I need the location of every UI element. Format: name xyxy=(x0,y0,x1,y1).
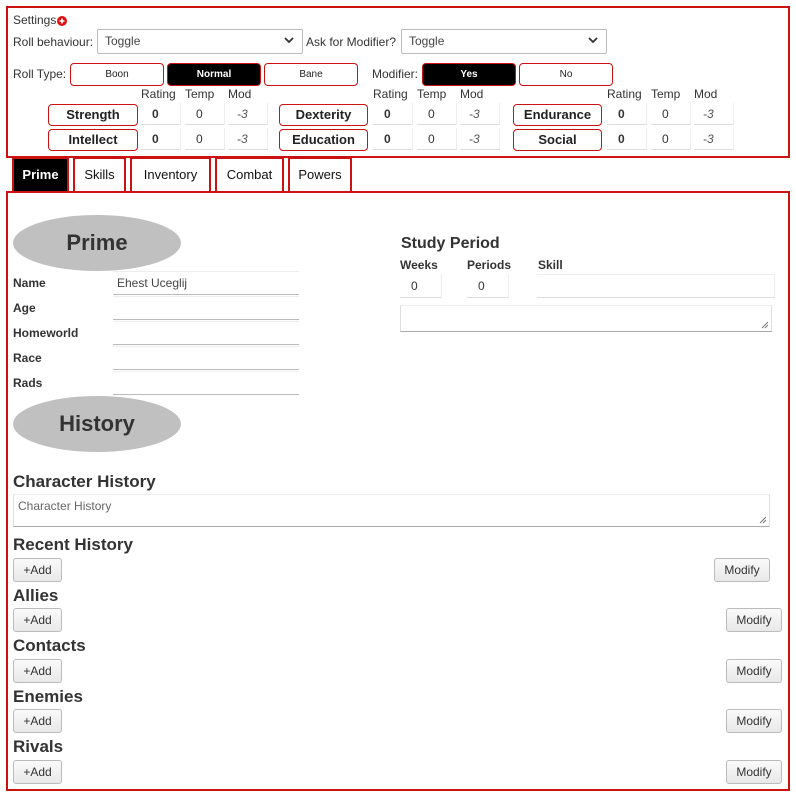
intellect-rating[interactable]: 0 xyxy=(141,128,181,150)
ask-modifier-value: Toggle xyxy=(409,34,445,48)
weeks-input[interactable]: 0 xyxy=(400,274,442,298)
attr-intellect-button[interactable]: Intellect xyxy=(48,129,138,151)
dexterity-temp[interactable]: 0 xyxy=(417,103,457,125)
education-temp[interactable]: 0 xyxy=(417,128,457,150)
rads-label: Rads xyxy=(13,376,43,390)
contacts-title: Contacts xyxy=(13,636,86,655)
intellect-temp[interactable]: 0 xyxy=(185,128,225,150)
allies-title: Allies xyxy=(13,586,59,605)
modifier-label: Modifier: xyxy=(372,67,419,81)
allies-add-button[interactable]: +Add xyxy=(13,608,62,632)
tab-prime[interactable]: Prime xyxy=(12,157,69,191)
roll-behaviour-select[interactable]: Toggle xyxy=(97,29,303,54)
race-label: Race xyxy=(13,351,42,365)
skill-input[interactable] xyxy=(537,274,775,298)
endurance-temp[interactable]: 0 xyxy=(651,103,691,125)
roll-type-boon-button[interactable]: Boon xyxy=(70,63,164,86)
attr-endurance-button[interactable]: Endurance xyxy=(513,104,602,126)
age-label: Age xyxy=(13,301,36,315)
education-rating[interactable]: 0 xyxy=(373,128,413,150)
mod-header: Mod xyxy=(694,87,718,101)
settings-title: Settings xyxy=(13,13,57,27)
dexterity-mod: -3 xyxy=(460,103,500,125)
attr-dexterity-button[interactable]: Dexterity xyxy=(279,104,368,126)
character-history-textarea[interactable]: Character History xyxy=(13,494,770,527)
roll-behaviour-value: Toggle xyxy=(105,34,141,48)
temp-header: Temp xyxy=(651,87,681,101)
contacts-add-button[interactable]: +Add xyxy=(13,659,62,683)
contacts-modify-button[interactable]: Modify xyxy=(726,659,782,683)
resize-grip-icon[interactable] xyxy=(759,516,767,524)
allies-modify-button[interactable]: Modify xyxy=(726,608,782,632)
periods-input[interactable]: 0 xyxy=(467,274,509,298)
periods-label: Periods xyxy=(467,258,512,272)
strength-temp[interactable]: 0 xyxy=(185,103,225,125)
study-notes-textarea[interactable] xyxy=(400,305,772,332)
dexterity-rating[interactable]: 0 xyxy=(373,103,413,125)
history-section-title: History xyxy=(13,396,181,452)
character-history-title: Character History xyxy=(13,472,156,491)
chevron-down-icon xyxy=(284,37,294,44)
ask-modifier-label: Ask for Modifier? xyxy=(306,35,397,49)
name-label: Name xyxy=(13,276,46,290)
endurance-mod: -3 xyxy=(694,103,734,125)
attr-social-button[interactable]: Social xyxy=(513,129,602,151)
temp-header: Temp xyxy=(185,87,215,101)
recent-history-modify-button[interactable]: Modify xyxy=(714,558,770,582)
name-field[interactable]: Ehest Uceglij xyxy=(113,271,299,295)
rating-header: Rating xyxy=(607,87,642,101)
rating-header: Rating xyxy=(373,87,408,101)
rivals-title: Rivals xyxy=(13,737,64,756)
race-field[interactable] xyxy=(113,346,299,370)
plus-circle-icon[interactable] xyxy=(57,15,67,26)
endurance-rating[interactable]: 0 xyxy=(607,103,647,125)
study-period-title: Study Period xyxy=(401,235,500,252)
mod-header: Mod xyxy=(228,87,252,101)
social-mod: -3 xyxy=(694,128,734,150)
modifier-no-button[interactable]: No xyxy=(519,63,613,86)
homeworld-label: Homeworld xyxy=(13,326,79,340)
chevron-down-icon xyxy=(588,37,598,44)
strength-mod: -3 xyxy=(228,103,268,125)
rads-field[interactable] xyxy=(113,371,299,395)
enemies-add-button[interactable]: +Add xyxy=(13,709,62,733)
roll-type-label: Roll Type: xyxy=(13,67,67,81)
social-temp[interactable]: 0 xyxy=(651,128,691,150)
attr-education-button[interactable]: Education xyxy=(279,129,368,151)
attr-strength-button[interactable]: Strength xyxy=(48,104,138,126)
weeks-label: Weeks xyxy=(400,258,438,272)
rivals-add-button[interactable]: +Add xyxy=(13,760,62,784)
recent-history-title: Recent History xyxy=(13,535,133,554)
mod-header: Mod xyxy=(460,87,484,101)
rivals-modify-button[interactable]: Modify xyxy=(726,760,782,784)
rating-header: Rating xyxy=(141,87,176,101)
homeworld-field[interactable] xyxy=(113,321,299,345)
intellect-mod: -3 xyxy=(228,128,268,150)
tab-skills[interactable]: Skills xyxy=(73,157,126,191)
roll-behaviour-label: Roll behaviour: xyxy=(13,35,94,49)
strength-rating[interactable]: 0 xyxy=(141,103,181,125)
education-mod: -3 xyxy=(460,128,500,150)
temp-header: Temp xyxy=(417,87,447,101)
skill-label: Skill xyxy=(538,258,563,272)
character-history-placeholder: Character History xyxy=(18,499,112,513)
tab-inventory[interactable]: Inventory xyxy=(130,157,211,191)
enemies-modify-button[interactable]: Modify xyxy=(726,709,782,733)
resize-grip-icon[interactable] xyxy=(761,321,769,329)
roll-type-bane-button[interactable]: Bane xyxy=(264,63,358,86)
tab-combat[interactable]: Combat xyxy=(215,157,284,191)
modifier-yes-button[interactable]: Yes xyxy=(422,63,516,86)
prime-section-title: Prime xyxy=(13,215,181,271)
ask-modifier-select[interactable]: Toggle xyxy=(401,29,607,54)
tab-powers[interactable]: Powers xyxy=(288,157,352,191)
age-field[interactable] xyxy=(113,296,299,320)
enemies-title: Enemies xyxy=(13,687,83,706)
social-rating[interactable]: 0 xyxy=(607,128,647,150)
recent-history-add-button[interactable]: +Add xyxy=(13,558,62,582)
roll-type-normal-button[interactable]: Normal xyxy=(167,63,261,86)
